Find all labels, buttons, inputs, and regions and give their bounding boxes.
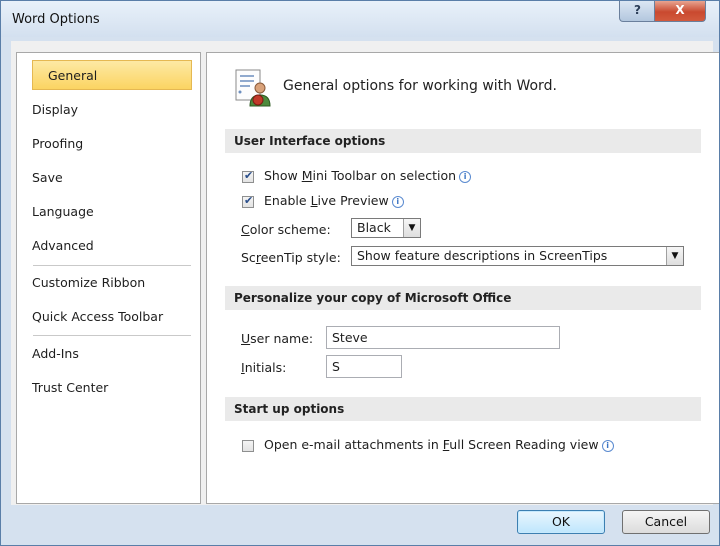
screentip-style-value: Show feature descriptions in ScreenTips xyxy=(357,248,608,263)
label-text: ive Preview xyxy=(317,193,389,208)
open-email-fullscreen-checkbox[interactable] xyxy=(242,440,254,452)
label-text: Show xyxy=(264,168,302,183)
mini-toolbar-label[interactable]: Show Mini Toolbar on selection i xyxy=(264,168,472,183)
cancel-button[interactable]: Cancel xyxy=(622,510,710,534)
page-title: General options for working with Word. xyxy=(283,78,557,94)
label-text: eenTip style: xyxy=(260,250,341,265)
sidebar-item-display[interactable]: Display xyxy=(32,97,78,123)
live-preview-checkbox[interactable] xyxy=(242,194,254,208)
accelerator-key: M xyxy=(301,168,313,183)
sidebar-nav: General Display Proofing Save Language A… xyxy=(16,52,201,504)
mini-toolbar-checkbox[interactable] xyxy=(242,169,254,183)
section-header-personalize: Personalize your copy of Microsoft Offic… xyxy=(225,286,701,310)
sidebar-item-quick-access-toolbar[interactable]: Quick Access Toolbar xyxy=(32,304,163,330)
info-icon: i xyxy=(391,196,404,208)
accelerator-key: L xyxy=(310,193,318,208)
sidebar-item-advanced[interactable]: Advanced xyxy=(32,233,94,259)
color-scheme-select[interactable]: Black ▼ xyxy=(351,218,421,238)
sidebar-item-language[interactable]: Language xyxy=(32,199,94,225)
label-text: nitials: xyxy=(244,360,287,375)
label-text: ini Toolbar on selection xyxy=(312,168,457,183)
general-options-panel: General options for working with Word. U… xyxy=(206,52,719,504)
label-text: ser name: xyxy=(250,331,314,346)
general-options-icon xyxy=(234,68,274,111)
info-icon: i xyxy=(601,440,614,452)
user-name-label: User name: xyxy=(241,331,313,346)
label-text: ull Screen Reading view xyxy=(449,437,599,452)
label-text: Open e-mail attachments in xyxy=(264,437,443,452)
label-text: olor scheme: xyxy=(249,222,331,237)
accelerator-key: C xyxy=(241,222,250,237)
sidebar-item-save[interactable]: Save xyxy=(32,165,63,191)
color-scheme-label: Color scheme: xyxy=(241,222,331,237)
label-text: Enable xyxy=(264,193,311,208)
screentip-style-select[interactable]: Show feature descriptions in ScreenTips … xyxy=(351,246,684,266)
sidebar-divider xyxy=(33,265,191,266)
initials-label: Initials: xyxy=(241,360,286,375)
screentip-style-label: ScreenTip style: xyxy=(241,250,341,265)
info-icon: i xyxy=(459,171,472,183)
initials-input[interactable]: S xyxy=(326,355,402,378)
section-header-startup: Start up options xyxy=(225,397,701,421)
help-button[interactable]: ? xyxy=(619,1,656,22)
sidebar-item-proofing[interactable]: Proofing xyxy=(32,131,83,157)
chevron-down-icon[interactable]: ▼ xyxy=(403,219,420,237)
chevron-down-icon[interactable]: ▼ xyxy=(666,247,683,265)
label-text: Sc xyxy=(241,250,256,265)
window-title: Word Options xyxy=(12,12,100,27)
sidebar-item-customize-ribbon[interactable]: Customize Ribbon xyxy=(32,270,145,296)
open-email-fullscreen-label[interactable]: Open e-mail attachments in Full Screen R… xyxy=(264,437,614,452)
sidebar-item-general[interactable]: General xyxy=(32,60,192,90)
title-bar[interactable]: Word Options ? X xyxy=(1,1,719,37)
sidebar-item-add-ins[interactable]: Add-Ins xyxy=(32,341,79,367)
user-name-input[interactable]: Steve xyxy=(326,326,560,349)
sidebar-divider xyxy=(33,335,191,336)
live-preview-label[interactable]: Enable Live Preview i xyxy=(264,193,404,208)
ok-button[interactable]: OK xyxy=(517,510,605,534)
accelerator-key: U xyxy=(241,331,251,346)
close-button[interactable]: X xyxy=(654,1,706,22)
sidebar-item-trust-center[interactable]: Trust Center xyxy=(32,375,108,401)
section-header-ui-options: User Interface options xyxy=(225,129,701,153)
color-scheme-value: Black xyxy=(357,220,391,235)
